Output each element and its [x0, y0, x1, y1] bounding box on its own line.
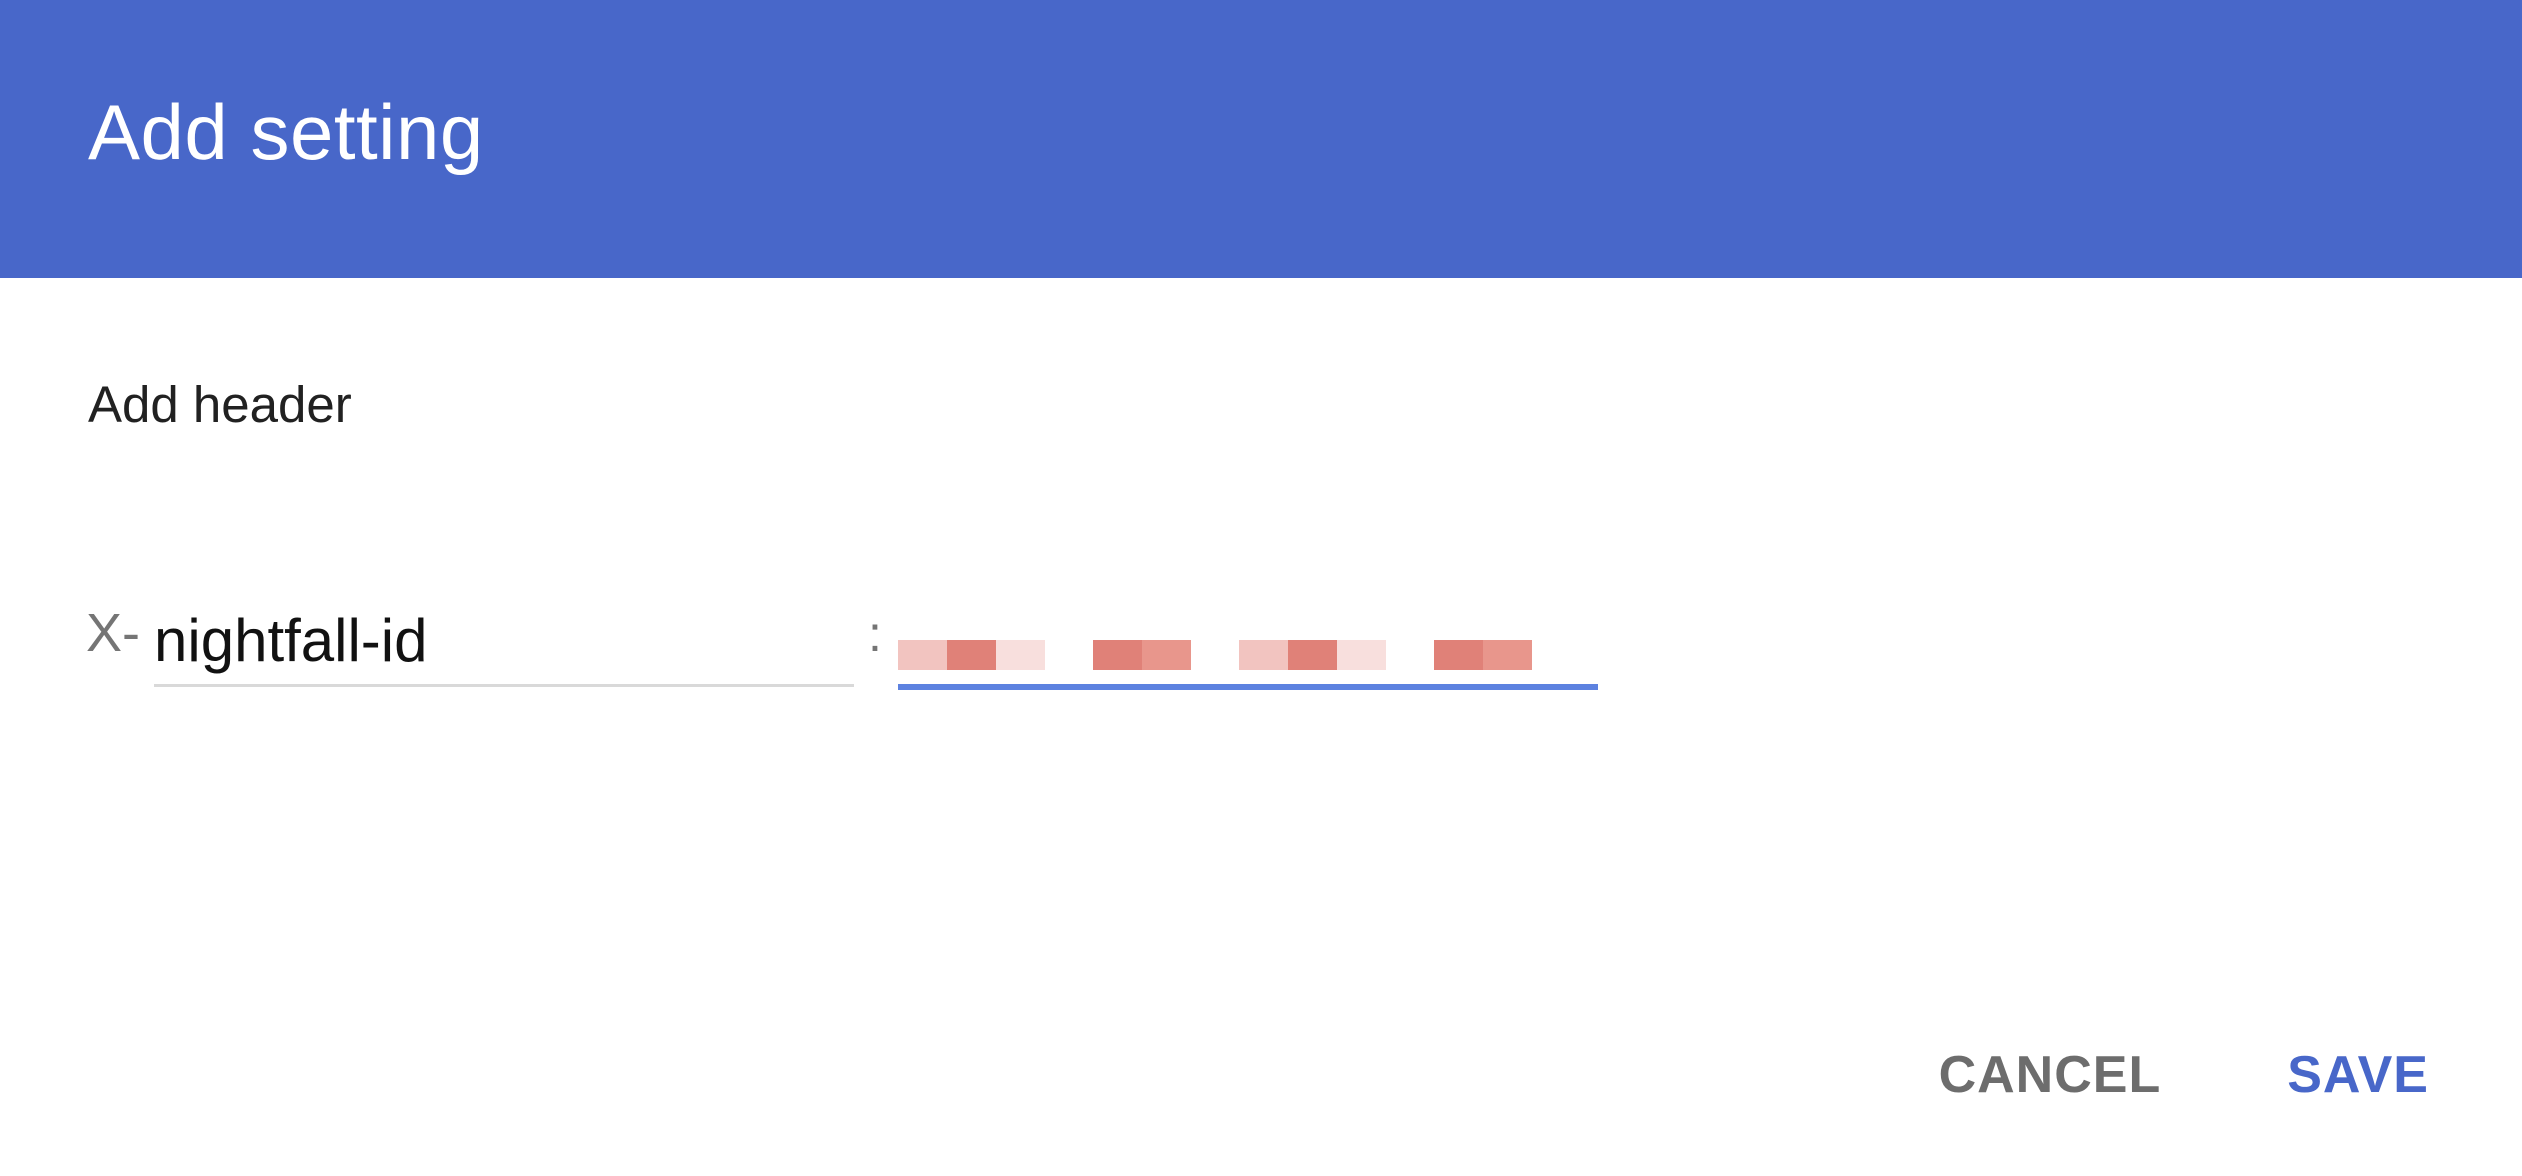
header-name-field[interactable]	[154, 598, 854, 688]
dialog-actions: CANCEL SAVE	[1939, 1040, 2429, 1110]
redacted-value	[898, 640, 1532, 670]
add-setting-dialog: Add setting Add header X- : CANCEL SAVE	[0, 0, 2522, 1176]
cancel-button[interactable]: CANCEL	[1939, 1040, 2162, 1110]
header-name-input[interactable]	[154, 598, 854, 684]
header-name-underline	[154, 684, 854, 687]
save-button[interactable]: SAVE	[2287, 1040, 2429, 1110]
section-label: Add header	[88, 376, 352, 433]
header-separator: :	[868, 606, 882, 662]
dialog-titlebar: Add setting	[0, 0, 2522, 278]
header-prefix: X-	[86, 603, 140, 663]
header-value-field[interactable]	[898, 598, 1598, 694]
dialog-title: Add setting	[88, 88, 484, 176]
header-value-underline-focused	[898, 684, 1598, 690]
